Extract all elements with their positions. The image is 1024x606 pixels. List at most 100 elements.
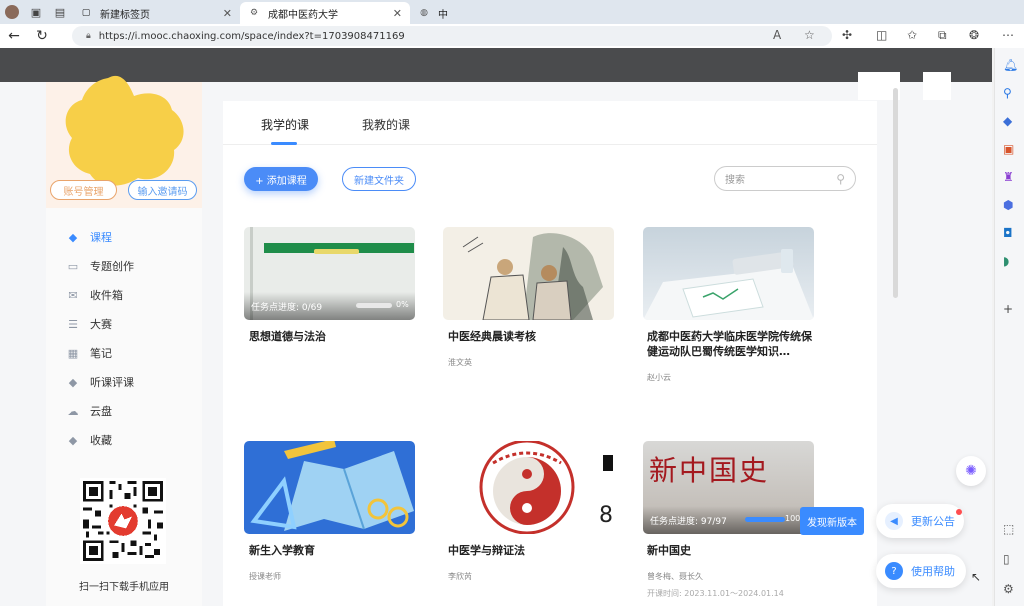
sidebar-toggle-icon[interactable]: ▯: [1003, 552, 1010, 566]
search-icon[interactable]: ⚲: [836, 172, 845, 186]
help-icon: ?: [885, 562, 903, 580]
browser-tab-title: 新建标签页: [100, 9, 150, 21]
read-aloud-icon[interactable]: A: [773, 28, 781, 42]
course-title[interactable]: 思想道德与法治: [249, 329, 419, 344]
course-card-image[interactable]: 8: [443, 441, 614, 534]
avatar[interactable]: [60, 72, 188, 190]
unread-dot: [956, 509, 962, 515]
sidebar-item-contest[interactable]: ☰ 大赛: [66, 315, 112, 333]
progress-label: 任务点进度: 97/97: [650, 516, 727, 527]
close-tab-icon[interactable]: ✕: [393, 7, 402, 20]
active-tab-indicator: [271, 142, 297, 145]
sidebar-item-courses[interactable]: ◆ 课程: [66, 228, 112, 246]
header-patch: [923, 72, 951, 100]
course-card-image[interactable]: 新中国史 任务点进度: 97/97 100%: [643, 441, 814, 534]
account-manage-button[interactable]: 账号管理: [50, 180, 117, 200]
more-menu-icon[interactable]: ⋯: [1002, 28, 1014, 42]
browser-side-panel: 🔔︎ ⚲ ◆ ▣ ♜ ⬢ ◘ ◗ + ⬚ ▯ ⚙: [994, 48, 1024, 606]
split-screen-icon[interactable]: ◫: [876, 28, 887, 42]
add-course-button[interactable]: + 添加课程: [244, 167, 318, 191]
collections-icon[interactable]: ⧉: [938, 28, 947, 43]
sidebar-item-review[interactable]: ◆ 听课评课: [66, 373, 134, 391]
profile-avatar-icon[interactable]: [0, 0, 24, 24]
sidebar-item-label: 收件箱: [90, 289, 123, 302]
speaker-icon: ◀: [885, 512, 903, 530]
help-button[interactable]: ? 使用帮助: [876, 554, 966, 588]
browser-tab-active[interactable]: ⚙ 成都中医药大学 ✕: [240, 2, 410, 24]
course-teacher: 授课老师: [249, 572, 281, 581]
url-text: https://i.mooc.chaoxing.com/space/index?…: [98, 30, 405, 42]
qr-caption: 扫一扫下载手机应用: [79, 582, 169, 593]
progress-label: 任务点进度: 0/69: [251, 302, 323, 313]
course-card-image[interactable]: [643, 227, 814, 320]
browser-tab-bar: ▣ ▤ ▢ 新建标签页 ✕ ⚙ 成都中医药大学 ✕ ◍ 中: [0, 0, 1024, 24]
invite-code-button[interactable]: 输入邀请码: [128, 180, 197, 200]
newtab-favicon-icon: ▢: [81, 8, 91, 18]
discover-new-version-button[interactable]: 发现新版本: [800, 507, 864, 535]
sidebar-item-inbox[interactable]: ✉ 收件箱: [66, 286, 123, 304]
browser-tab-title: 成都中医药大学: [268, 9, 338, 21]
help-label: 使用帮助: [911, 565, 955, 578]
site-favicon-icon: ⚙: [249, 8, 259, 18]
sidebar-item-label: 云盘: [90, 405, 112, 418]
course-title[interactable]: 中医经典晨读考核: [448, 329, 618, 344]
lock-icon: 🔒︎: [86, 31, 91, 41]
copilot-icon[interactable]: ❂: [969, 28, 979, 42]
sidebar-item-label: 听课评课: [90, 376, 134, 389]
bell-icon[interactable]: 🔔︎: [1003, 58, 1018, 72]
chess-icon[interactable]: ♜: [1003, 170, 1014, 184]
course-title[interactable]: 中医学与辩证法: [448, 543, 618, 558]
course-teacher: 淮文英: [448, 358, 472, 367]
tab-my-learning[interactable]: 我学的课: [261, 116, 309, 133]
announcement-button[interactable]: ◀ 更新公告: [876, 504, 964, 538]
course-card-image[interactable]: 任务点进度: 0/69 0%: [244, 227, 415, 320]
qr-code-image: [80, 478, 166, 564]
course-card-image[interactable]: [244, 441, 415, 534]
tab-my-teaching[interactable]: 我教的课: [362, 116, 410, 133]
favorite-star-icon[interactable]: ☆: [804, 28, 815, 42]
browser-tab-newtab[interactable]: ▢ 新建标签页 ✕: [72, 2, 240, 24]
screenshot-icon[interactable]: ⬚: [1003, 522, 1014, 536]
card-overlay-text: 新中国史: [649, 454, 770, 487]
url-field[interactable]: 🔒︎ https://i.mooc.chaoxing.com/space/ind…: [72, 26, 832, 46]
sidebar-item-label: 收藏: [90, 434, 112, 447]
drop-icon[interactable]: ◗: [1003, 254, 1009, 268]
course-card-image[interactable]: [443, 227, 614, 320]
search-input[interactable]: 搜索 ⚲: [714, 166, 856, 191]
favorites-icon[interactable]: ✩: [907, 28, 917, 42]
course-progress: 任务点进度: 0/69 0%: [244, 292, 415, 320]
course-title[interactable]: 新生入学教育: [249, 543, 419, 558]
course-date: 开课时间: 2023.11.01～2024.01.14: [647, 589, 784, 598]
new-folder-button[interactable]: 新建文件夹: [342, 167, 416, 191]
search-placeholder: 搜索: [725, 175, 745, 186]
sidebar-item-topic[interactable]: ▭ 专题创作: [66, 257, 134, 275]
extensions-icon[interactable]: ✣: [842, 28, 852, 42]
toolbox-icon[interactable]: ▣: [1003, 142, 1014, 156]
course-tabs: [223, 101, 877, 145]
tag-icon[interactable]: ◆: [1003, 114, 1012, 128]
course-title[interactable]: 新中国史: [647, 543, 817, 558]
sidebar-item-label: 笔记: [90, 347, 112, 360]
browser-tab-title: 中: [438, 9, 448, 21]
refresh-icon[interactable]: ↻: [28, 24, 56, 48]
course-teacher: 赵小云: [647, 373, 671, 382]
brain-assistant-icon[interactable]: ✺: [956, 456, 986, 486]
sidebar-item-favorites[interactable]: ◆ 收藏: [66, 431, 112, 449]
tab-actions-icon[interactable]: ▤: [48, 0, 72, 24]
sidebar-item-notes[interactable]: ▦ 笔记: [66, 344, 112, 362]
outlook-icon[interactable]: ◘: [1003, 226, 1013, 240]
office-icon[interactable]: ⬢: [1003, 198, 1013, 212]
scrollbar[interactable]: [893, 88, 898, 298]
sidebar-item-label: 课程: [90, 231, 112, 244]
course-title[interactable]: 成都中医药大学临床医学院传统保健运动队巴蜀传统医学知识…: [647, 329, 817, 359]
globe-icon: ◍: [420, 8, 428, 18]
browser-tab-third[interactable]: ◍ 中: [410, 2, 470, 24]
sidebar-item-label: 专题创作: [90, 260, 134, 273]
search-icon[interactable]: ⚲: [1003, 86, 1012, 100]
collections-icon[interactable]: ▣: [24, 0, 48, 24]
add-icon[interactable]: +: [1003, 302, 1013, 316]
close-tab-icon[interactable]: ✕: [223, 7, 232, 20]
sidebar-item-cloud[interactable]: ☁ 云盘: [66, 402, 113, 420]
back-arrow-icon[interactable]: ←: [0, 24, 28, 48]
settings-gear-icon[interactable]: ⚙: [1003, 582, 1014, 596]
